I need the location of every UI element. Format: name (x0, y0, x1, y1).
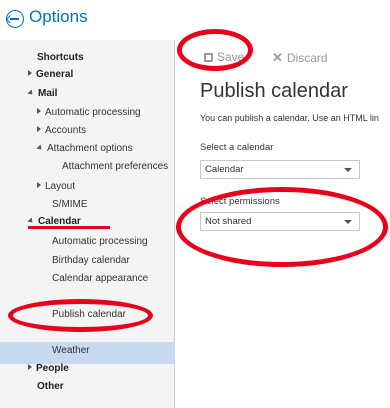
collapse-icon (27, 217, 35, 225)
sidebar-item-mail-automatic-processing[interactable]: Automatic processing (37, 107, 141, 118)
sidebar-item-attachment-options[interactable]: Attachment options (36, 143, 133, 154)
expand-icon (28, 70, 32, 76)
page-title: Publish calendar (200, 80, 348, 102)
sidebar-item-label: Layout (45, 181, 76, 192)
sidebar: Shortcuts General Mail Automatic process… (0, 40, 175, 408)
sidebar-item-calendar-appearance[interactable]: Calendar appearance (52, 273, 148, 284)
sidebar-item-accounts[interactable]: Accounts (37, 125, 86, 136)
annotation-circle-permissions (176, 187, 388, 267)
collapse-icon (27, 89, 35, 97)
sidebar-item-attachment-preferences[interactable]: Attachment preferences (62, 161, 168, 172)
sidebar-item-label: General (36, 69, 74, 80)
page-heading: Options (29, 7, 88, 26)
expand-icon (37, 126, 41, 132)
sidebar-item-label: Mail (38, 88, 58, 99)
sidebar-item-general[interactable]: General (28, 69, 73, 80)
sidebar-item-layout[interactable]: Layout (37, 181, 75, 192)
annotation-circle-publish-calendar (8, 299, 153, 332)
sidebar-item-mail[interactable]: Mail (27, 88, 58, 99)
sidebar-item-label: Accounts (45, 125, 87, 136)
discard-label: Discard (286, 51, 328, 65)
collapse-icon (36, 144, 44, 152)
calendar-select[interactable]: Calendar (200, 160, 360, 179)
discard-button[interactable]: ✕ Discard (272, 50, 328, 66)
select-calendar-label: Select a calendar (200, 142, 274, 153)
expand-icon (37, 182, 41, 188)
calendar-select-value: Calendar (205, 164, 244, 175)
sidebar-item-label: Automatic processing (45, 107, 141, 118)
sidebar-item-other[interactable]: Other (37, 381, 64, 392)
close-icon: ✕ (272, 50, 283, 65)
chevron-down-icon (344, 168, 352, 172)
description-text: You can publish a calendar. Use an HTML … (200, 113, 379, 123)
sidebar-item-people[interactable]: People (28, 363, 69, 374)
sidebar-item-weather[interactable]: Weather (52, 345, 90, 356)
back-arrow-icon[interactable] (6, 10, 24, 28)
sidebar-item-birthday-calendar[interactable]: Birthday calendar (52, 255, 130, 266)
sidebar-item-label: People (36, 363, 69, 374)
expand-icon (28, 364, 32, 370)
expand-icon (37, 108, 41, 114)
annotation-circle-save (177, 29, 253, 71)
sidebar-item-shortcuts[interactable]: Shortcuts (37, 52, 84, 63)
annotation-underline-calendar (28, 226, 110, 229)
sidebar-item-calendar-automatic-processing[interactable]: Automatic processing (52, 236, 148, 247)
sidebar-item-label: Attachment options (47, 143, 133, 154)
sidebar-item-smime[interactable]: S/MIME (52, 199, 88, 210)
